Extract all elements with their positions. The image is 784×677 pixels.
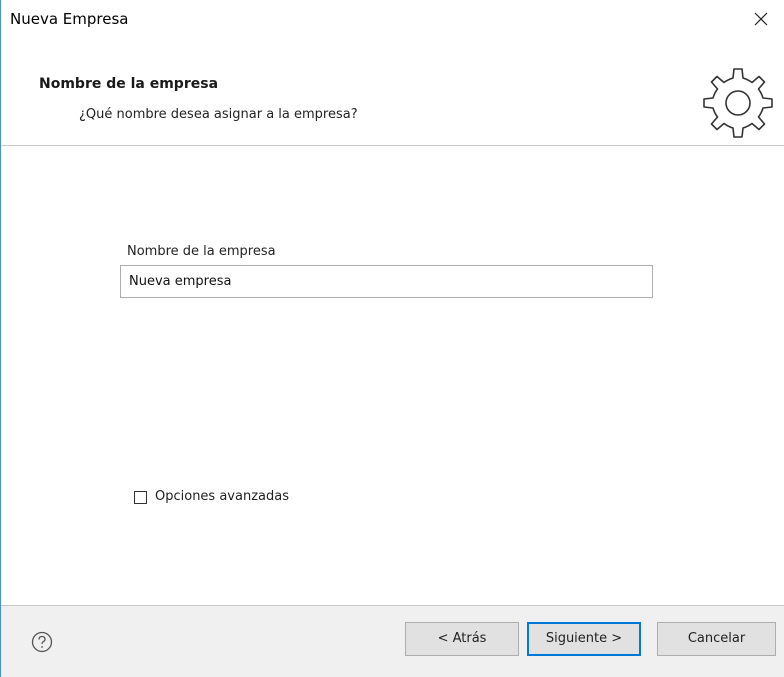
title-bar: Nueva Empresa xyxy=(1,0,784,40)
header-divider xyxy=(1,145,784,146)
window-title: Nueva Empresa xyxy=(10,10,129,28)
wizard-footer: < Atrás Siguiente > Cancelar xyxy=(1,606,784,677)
close-button[interactable] xyxy=(738,0,784,40)
new-company-dialog: Nueva Empresa Nombre de la empresa ¿Qué … xyxy=(0,0,784,677)
back-button[interactable]: < Atrás xyxy=(405,622,519,656)
close-icon xyxy=(754,12,768,26)
cancel-button[interactable]: Cancelar xyxy=(657,622,776,656)
help-icon[interactable] xyxy=(31,631,53,653)
company-name-input[interactable] xyxy=(120,265,653,298)
advanced-options-label[interactable]: Opciones avanzadas xyxy=(155,489,289,504)
next-button[interactable]: Siguiente > xyxy=(527,622,641,656)
page-title: Nombre de la empresa xyxy=(39,76,219,92)
page-subtitle: ¿Qué nombre desea asignar a la empresa? xyxy=(79,107,358,122)
wizard-header: Nombre de la empresa ¿Qué nombre desea a… xyxy=(1,40,784,145)
checkbox-box[interactable] xyxy=(134,491,147,504)
gear-icon xyxy=(703,68,773,138)
company-name-label: Nombre de la empresa xyxy=(127,244,276,259)
